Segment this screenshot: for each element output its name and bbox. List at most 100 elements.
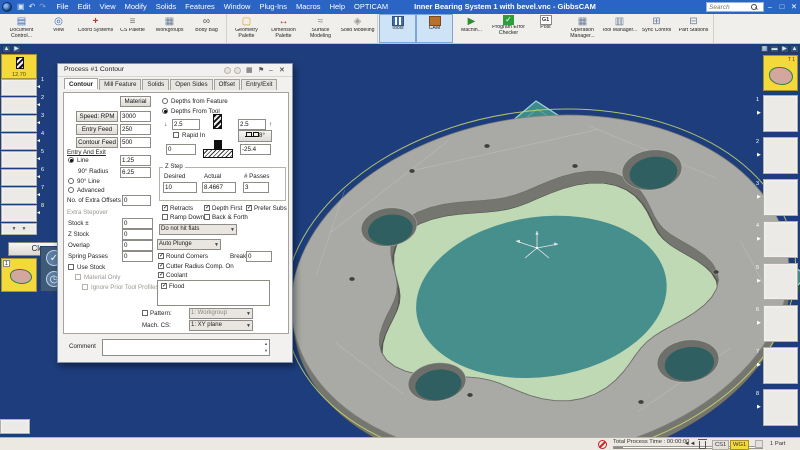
dialog-close-icon[interactable]: ✕ [279, 66, 285, 75]
depths-feature-radio[interactable] [162, 98, 168, 104]
dialog-pin-icon[interactable]: ⚑ [258, 66, 264, 75]
comment-field[interactable]: ▲ ▼ [102, 339, 270, 356]
contour-feed-field[interactable] [120, 137, 151, 148]
menu-view[interactable]: View [95, 0, 120, 14]
retracts-checkbox[interactable] [162, 205, 168, 211]
depth-first-checkbox[interactable] [204, 205, 210, 211]
tool-slot-2[interactable] [1, 97, 37, 114]
menu-window[interactable]: Window [219, 0, 255, 14]
ramp-down-checkbox[interactable] [162, 214, 168, 220]
expand-icon[interactable]: ▶ [12, 45, 21, 53]
toolbar-document-control[interactable]: ▤Document Control... [3, 14, 40, 43]
tool-slot-8[interactable] [1, 205, 37, 222]
toolbar-tools[interactable]: Tools [379, 14, 416, 43]
search-box[interactable] [706, 2, 764, 12]
ignore-prior-checkbox[interactable] [82, 284, 88, 290]
contour-feed-button[interactable]: Contour Feed [76, 137, 118, 148]
line-radio[interactable] [68, 157, 74, 163]
toolbar-coord-systems[interactable]: +Coord Systems [77, 14, 114, 43]
spring-passes-field[interactable] [122, 251, 153, 262]
ops-play-icon[interactable]: ▶ [780, 45, 789, 53]
spin-up-icon[interactable]: ▲ [264, 342, 268, 346]
ops-up-icon[interactable]: ▲ [790, 45, 799, 53]
spin-down-icon[interactable]: ▼ [264, 349, 268, 353]
tab-entry-exit[interactable]: Entry/Exit [241, 79, 277, 90]
menu-help[interactable]: Help [325, 0, 349, 14]
scroll-up-icon[interactable]: ▲ [2, 45, 11, 53]
tool-slot-3[interactable] [1, 115, 37, 132]
undo-icon[interactable]: ↶ [27, 0, 38, 14]
passes-field[interactable] [243, 182, 269, 193]
material-only-checkbox[interactable] [75, 274, 81, 280]
op-slot-8[interactable] [763, 389, 798, 426]
break-field[interactable] [246, 251, 272, 262]
minimize-button[interactable]: – [764, 0, 776, 14]
tab-open-sides[interactable]: Open Sides [170, 79, 212, 90]
menu-file[interactable]: File [52, 0, 73, 14]
tab-mill-feature[interactable]: Mill Feature [99, 79, 141, 90]
operation-tile-t1[interactable]: T 1 [763, 55, 798, 91]
menu-solids[interactable]: Solids [151, 0, 180, 14]
toolbar-program-error-checker[interactable]: ✓Program Error Checker [490, 14, 527, 43]
save-icon[interactable]: ▣ [15, 0, 27, 14]
rewind-icon[interactable]: ◄◄ [684, 441, 695, 447]
toolbar-geometry-palette[interactable]: ▢Geometry Palette [228, 14, 265, 43]
op-slot-2[interactable] [763, 137, 798, 174]
menu-macros[interactable]: Macros [291, 0, 325, 14]
desired-field[interactable] [163, 182, 197, 193]
rapid-in-checkbox[interactable] [173, 132, 179, 138]
tool-slot-5[interactable] [1, 151, 37, 168]
op-slot-3[interactable] [763, 179, 798, 216]
stock-field[interactable] [122, 218, 153, 229]
menu-opticam[interactable]: OPTICAM [350, 0, 393, 14]
toolbar-tool-manager[interactable]: ▥Tool Manager... [601, 14, 638, 43]
speed-rpm-button[interactable]: Speed: RPM [76, 111, 118, 122]
toolbar-dimension-palette[interactable]: ↔Dimension Palette [265, 14, 302, 43]
tool-slot-7[interactable] [1, 187, 37, 204]
dialog-windows-icon[interactable]: ▦ [246, 66, 253, 75]
toolbar-post[interactable]: G1Post [527, 14, 564, 43]
toolbar-machin[interactable]: ▶Machin... [453, 14, 490, 43]
tab-offset[interactable]: Offset [214, 79, 240, 90]
depth-in-field[interactable] [172, 119, 200, 130]
dialog-title-bar[interactable]: Process #1 Contour ▦ ⚑ – ✕ [58, 64, 292, 77]
op-slot-1[interactable] [763, 95, 798, 132]
advanced-radio[interactable] [68, 187, 74, 193]
toolbar-operation-manager[interactable]: ▦Operation Manager... [564, 14, 601, 43]
search-icon[interactable] [751, 4, 758, 11]
maximize-button[interactable]: □ [776, 0, 788, 14]
wg-indicator[interactable]: WG1 [730, 440, 749, 450]
op-slot-6[interactable] [763, 305, 798, 342]
ops-grid-icon[interactable]: ▦ [760, 45, 769, 53]
toolbar-workgroups[interactable]: ▦Workgroups [151, 14, 188, 43]
back-forth-checkbox[interactable] [204, 214, 210, 220]
tool-slot-6[interactable] [1, 169, 37, 186]
toolbar-sync-control[interactable]: ⊞Sync Control [638, 14, 675, 43]
tab-contour[interactable]: Contour [64, 78, 98, 89]
ramp-angle-button[interactable]: 8° [238, 130, 272, 142]
z-stock-field[interactable] [122, 229, 153, 240]
cs-indicator[interactable]: CS1 [712, 440, 729, 450]
gibbscam-logo-icon[interactable] [2, 2, 12, 12]
z-bottom-field[interactable] [240, 144, 271, 155]
use-stock-checkbox[interactable] [68, 264, 74, 270]
material-button[interactable]: Material [120, 96, 151, 107]
round-corners-checkbox[interactable] [158, 253, 164, 259]
toolbar-part-stations[interactable]: ⊟Part Stations [675, 14, 712, 43]
extra-offsets-field[interactable] [122, 195, 151, 206]
plunge-dropdown[interactable]: Auto Plunge▼ [157, 239, 221, 250]
toolbar-body-bag[interactable]: ∞Body Bag [188, 14, 225, 43]
entry-feed-button[interactable]: Entry Feed [76, 124, 118, 135]
toolbar-cam[interactable]: CAM [416, 14, 453, 43]
tab-solids[interactable]: Solids [142, 79, 169, 90]
dialog-prev-icon[interactable] [224, 67, 231, 74]
menu-edit[interactable]: Edit [73, 0, 95, 14]
actual-field[interactable] [202, 182, 236, 193]
line90-radio[interactable] [68, 178, 74, 184]
flood-checkbox[interactable] [161, 283, 167, 289]
tool-slot-4[interactable] [1, 133, 37, 150]
toolbar-surface-modeling[interactable]: ≈Surface Modeling [302, 14, 339, 43]
toolbar-cs-palette[interactable]: ≡CS Palette [114, 14, 151, 43]
flats-dropdown[interactable]: Do not hit flats▼ [159, 224, 237, 235]
dialog-minimize-icon[interactable]: – [269, 66, 273, 75]
